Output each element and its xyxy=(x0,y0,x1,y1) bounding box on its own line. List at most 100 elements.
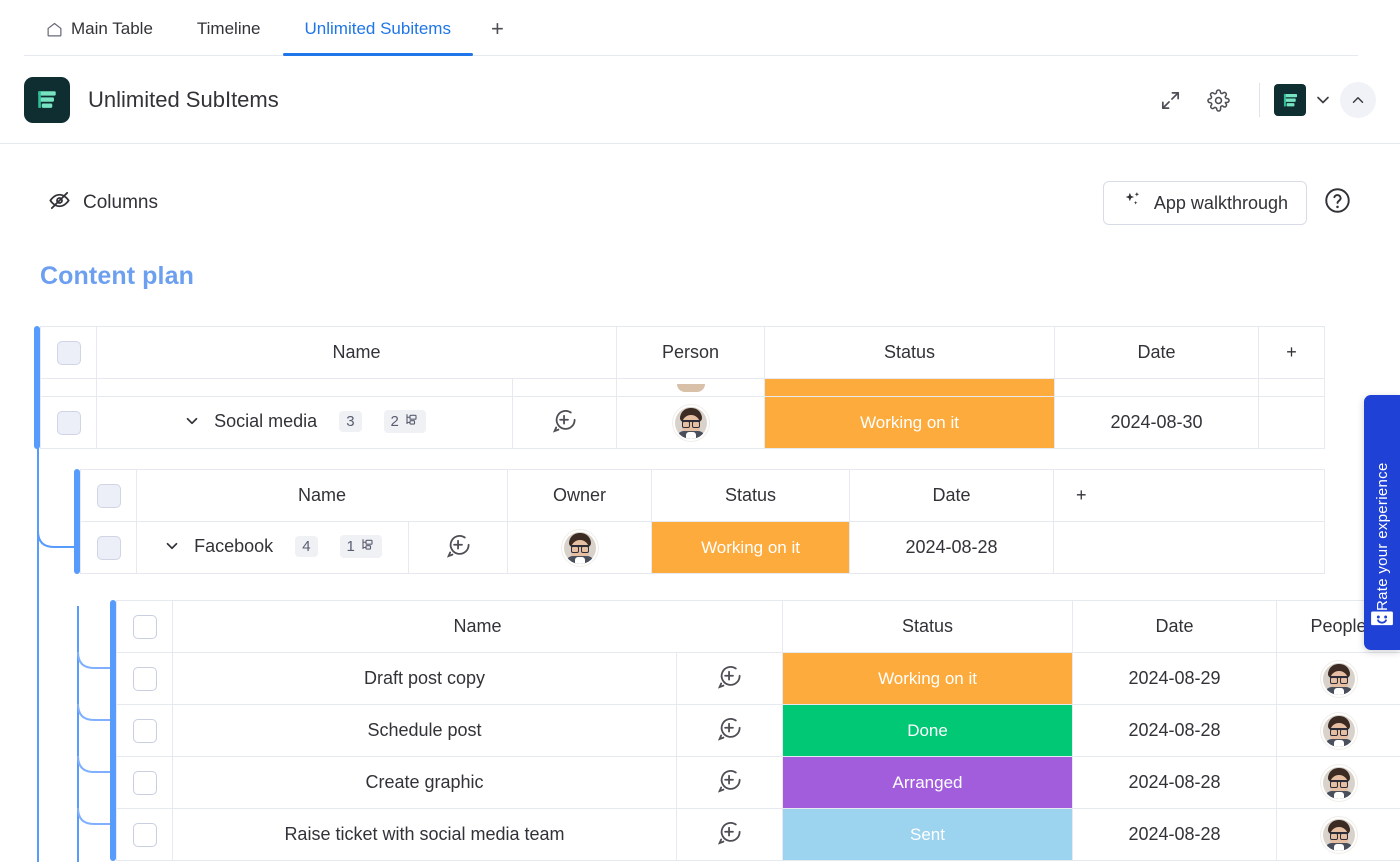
status-cell[interactable]: Working on it xyxy=(783,653,1073,705)
table-row[interactable]: Social media 3 2 xyxy=(41,397,1325,449)
status-cell[interactable]: Sent xyxy=(783,809,1073,861)
add-update-cell[interactable] xyxy=(677,705,783,757)
status-cell[interactable]: Arranged xyxy=(783,757,1073,809)
column-header-name[interactable]: Name xyxy=(137,470,508,522)
row-checkbox[interactable] xyxy=(133,719,157,743)
comment-add-icon[interactable] xyxy=(716,726,743,746)
add-update-cell[interactable] xyxy=(409,522,508,574)
subitem-name-cell[interactable]: Create graphic xyxy=(173,757,677,809)
row-checkbox[interactable] xyxy=(133,667,157,691)
tab-main-table[interactable]: Main Table xyxy=(24,2,175,56)
select-all-checkbox[interactable] xyxy=(57,341,81,365)
date-cell[interactable]: 2024-08-28 xyxy=(1073,705,1277,757)
status-badge[interactable]: Done xyxy=(783,705,1072,756)
select-all-cell[interactable] xyxy=(41,327,97,379)
status-badge[interactable]: Working on it xyxy=(783,653,1072,704)
row-checkbox[interactable] xyxy=(133,771,157,795)
column-header-date[interactable]: Date xyxy=(850,470,1054,522)
row-select-cell[interactable] xyxy=(81,522,137,574)
row-select-cell[interactable] xyxy=(117,757,173,809)
home-icon xyxy=(46,21,63,38)
column-header-date[interactable]: Date xyxy=(1073,601,1277,653)
add-column-button[interactable]: + xyxy=(1054,470,1325,522)
column-header-status[interactable]: Status xyxy=(783,601,1073,653)
people-cell[interactable] xyxy=(1277,809,1400,861)
comment-add-icon[interactable] xyxy=(551,418,578,438)
table-row[interactable]: Facebook 4 1 xyxy=(81,522,1325,574)
comment-add-icon[interactable] xyxy=(716,778,743,798)
owner-cell[interactable] xyxy=(508,522,652,574)
status-cell[interactable]: Working on it xyxy=(652,522,850,574)
count-badge[interactable]: 4 xyxy=(295,536,317,557)
comment-add-icon[interactable] xyxy=(716,830,743,850)
add-update-cell[interactable] xyxy=(677,653,783,705)
help-icon[interactable] xyxy=(1323,186,1352,220)
columns-button[interactable]: Columns xyxy=(48,189,158,218)
row-select-cell[interactable] xyxy=(117,653,173,705)
app-logo-small-icon[interactable] xyxy=(1274,84,1306,116)
subitem-name-cell[interactable]: Raise ticket with social media team xyxy=(173,809,677,861)
column-header-person[interactable]: Person xyxy=(617,327,765,379)
column-header-date[interactable]: Date xyxy=(1055,327,1259,379)
people-cell[interactable] xyxy=(1277,705,1400,757)
table-row[interactable]: Raise ticket with social media team Sent2… xyxy=(117,809,1400,861)
add-update-cell[interactable] xyxy=(513,397,617,449)
chevron-up-icon[interactable] xyxy=(1340,82,1376,118)
column-header-name[interactable]: Name xyxy=(173,601,783,653)
status-cell[interactable]: Working on it xyxy=(765,397,1055,449)
table-row[interactable]: Create graphic Arranged2024-08-28 xyxy=(117,757,1400,809)
column-header-status[interactable]: Status xyxy=(765,327,1055,379)
select-all-cell[interactable] xyxy=(81,470,137,522)
app-walkthrough-button[interactable]: App walkthrough xyxy=(1103,181,1307,225)
date-cell[interactable]: 2024-08-28 xyxy=(1073,757,1277,809)
status-badge[interactable]: Sent xyxy=(783,809,1072,860)
subitem-badge[interactable]: 1 xyxy=(340,535,382,558)
row-checkbox[interactable] xyxy=(57,411,81,435)
date-cell[interactable]: 2024-08-28 xyxy=(850,522,1054,574)
count-badge[interactable]: 3 xyxy=(339,411,361,432)
status-badge[interactable]: Arranged xyxy=(783,757,1072,808)
add-tab-button[interactable]: + xyxy=(473,2,522,56)
table-row[interactable]: Draft post copy Working on it2024-08-29 xyxy=(117,653,1400,705)
date-cell[interactable]: 2024-08-28 xyxy=(1073,809,1277,861)
column-header-name[interactable]: Name xyxy=(97,327,617,379)
row-select-cell[interactable] xyxy=(117,705,173,757)
expand-icon[interactable] xyxy=(1151,81,1189,119)
people-cell[interactable] xyxy=(1277,757,1400,809)
subitem-badge[interactable]: 2 xyxy=(384,410,426,433)
row-checkbox[interactable] xyxy=(133,823,157,847)
select-all-cell[interactable] xyxy=(117,601,173,653)
select-all-checkbox[interactable] xyxy=(97,484,121,508)
collapse-icon[interactable] xyxy=(163,537,181,555)
people-cell[interactable] xyxy=(1277,653,1400,705)
column-header-owner[interactable]: Owner xyxy=(508,470,652,522)
table-row[interactable]: Schedule post Done2024-08-28 xyxy=(117,705,1400,757)
row-select-cell[interactable] xyxy=(41,397,97,449)
person-cell[interactable] xyxy=(617,397,765,449)
add-update-cell[interactable] xyxy=(677,809,783,861)
status-badge[interactable]: Working on it xyxy=(652,522,849,573)
add-column-button[interactable]: + xyxy=(1259,327,1325,379)
status-badge[interactable]: Working on it xyxy=(765,397,1054,448)
avatar xyxy=(564,532,596,564)
rate-experience-tab[interactable]: Rate your experience xyxy=(1364,395,1400,650)
tab-timeline[interactable]: Timeline xyxy=(175,2,283,56)
row-select-cell[interactable] xyxy=(117,809,173,861)
gear-icon[interactable] xyxy=(1199,81,1237,119)
chevron-down-icon[interactable] xyxy=(1306,83,1340,117)
date-cell[interactable]: 2024-08-29 xyxy=(1073,653,1277,705)
comment-add-icon[interactable] xyxy=(445,543,472,563)
subitem-name-cell[interactable]: Schedule post xyxy=(173,705,677,757)
comment-add-icon[interactable] xyxy=(716,674,743,694)
status-cell[interactable]: Done xyxy=(783,705,1073,757)
tab-unlimited-subitems[interactable]: Unlimited Subitems xyxy=(283,2,473,56)
row-checkbox[interactable] xyxy=(97,536,121,560)
item-name-cell[interactable]: Facebook 4 1 xyxy=(137,522,409,574)
date-cell[interactable]: 2024-08-30 xyxy=(1055,397,1259,449)
add-update-cell[interactable] xyxy=(677,757,783,809)
subitem-name-cell[interactable]: Draft post copy xyxy=(173,653,677,705)
item-name-cell[interactable]: Social media 3 2 xyxy=(97,397,513,449)
collapse-icon[interactable] xyxy=(183,412,201,430)
select-all-checkbox[interactable] xyxy=(133,615,157,639)
column-header-status[interactable]: Status xyxy=(652,470,850,522)
